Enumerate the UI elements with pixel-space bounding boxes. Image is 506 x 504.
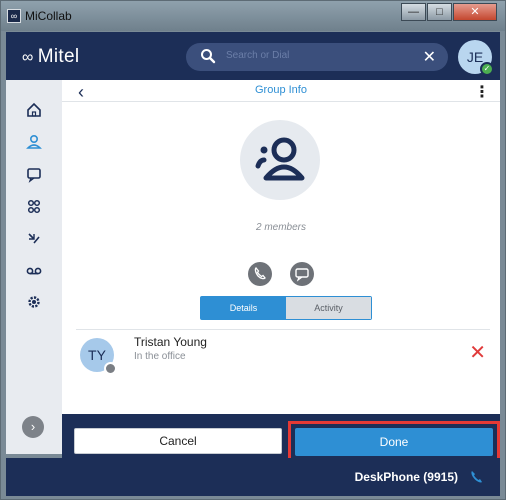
- chat-icon: [27, 168, 41, 183]
- voicemail-icon: [26, 267, 42, 275]
- maximize-button[interactable]: □: [427, 3, 452, 21]
- presence-available-icon: ✓: [480, 62, 494, 76]
- presence-offline-icon: [104, 362, 117, 375]
- chevron-right-icon: ›: [30, 419, 36, 434]
- group-info-panel: ‹ Group Info ⋮ 2 members Details Activit…: [62, 80, 500, 454]
- window-title: MiCollab: [25, 9, 72, 23]
- call-history-icon: [28, 233, 40, 244]
- window-controls: — □ ✕: [400, 3, 497, 21]
- left-nav: [6, 80, 62, 454]
- mitel-logo-text: Mitel: [37, 46, 80, 67]
- settings-icon: [28, 296, 40, 308]
- contacts-icon: [26, 134, 42, 149]
- member-list-item[interactable]: TY Tristan Young In the office ✕: [62, 330, 500, 376]
- cancel-button[interactable]: Cancel: [74, 428, 282, 454]
- phone-icon: [254, 267, 266, 280]
- chat-icon: [295, 268, 309, 282]
- more-options-icon[interactable]: ⋮: [474, 82, 490, 102]
- group-icon: [255, 137, 305, 181]
- expand-nav-button[interactable]: ›: [22, 416, 44, 438]
- home-icon: [27, 102, 41, 117]
- micollab-logo-icon: ∞: [7, 9, 21, 23]
- action-bar: Cancel Done: [62, 414, 500, 463]
- deskphone-label[interactable]: DeskPhone (9915): [355, 470, 458, 484]
- nav-home[interactable]: [24, 100, 44, 120]
- nav-contacts[interactable]: [24, 132, 44, 152]
- mitel-logo-mark: ∞: [22, 49, 34, 66]
- divider: [62, 101, 500, 102]
- tab-details[interactable]: Details: [201, 297, 286, 319]
- remove-member-icon[interactable]: ✕: [469, 340, 486, 365]
- nav-chat[interactable]: [24, 164, 44, 184]
- status-bar: DeskPhone (9915): [6, 458, 500, 496]
- app-header: ∞ Mitel Search or Dial ✕ JE ✓: [6, 32, 500, 80]
- chat-group-button[interactable]: [290, 262, 314, 286]
- call-group-button[interactable]: [248, 262, 272, 286]
- user-avatar-initials: JE: [466, 49, 484, 65]
- member-count: 2 members: [255, 222, 306, 233]
- member-name: Tristan Young: [134, 335, 207, 349]
- user-avatar[interactable]: JE ✓: [458, 40, 494, 76]
- groups-icon: [27, 199, 41, 214]
- nav-call-history[interactable]: [24, 228, 44, 248]
- search-box[interactable]: Search or Dial ✕: [186, 43, 448, 71]
- member-status: In the office: [134, 351, 186, 362]
- panel-title: Group Info: [255, 84, 307, 96]
- clear-search-icon[interactable]: ✕: [423, 47, 436, 67]
- tab-activity[interactable]: Activity: [286, 297, 371, 319]
- nav-voicemail[interactable]: [24, 260, 44, 280]
- search-icon: [200, 48, 216, 69]
- minimize-button[interactable]: —: [401, 3, 426, 21]
- group-avatar: [240, 120, 320, 200]
- title-bar[interactable]: ∞ MiCollab — □ ✕: [1, 1, 505, 31]
- nav-settings[interactable]: [24, 292, 44, 312]
- nav-groups[interactable]: [24, 196, 44, 216]
- search-input[interactable]: Search or Dial: [226, 50, 289, 61]
- details-activity-tabs: Details Activity: [200, 296, 372, 320]
- phone-icon[interactable]: [468, 468, 486, 491]
- done-button[interactable]: Done: [295, 428, 493, 456]
- mitel-logo: ∞ Mitel: [22, 46, 79, 68]
- close-button[interactable]: ✕: [453, 3, 497, 21]
